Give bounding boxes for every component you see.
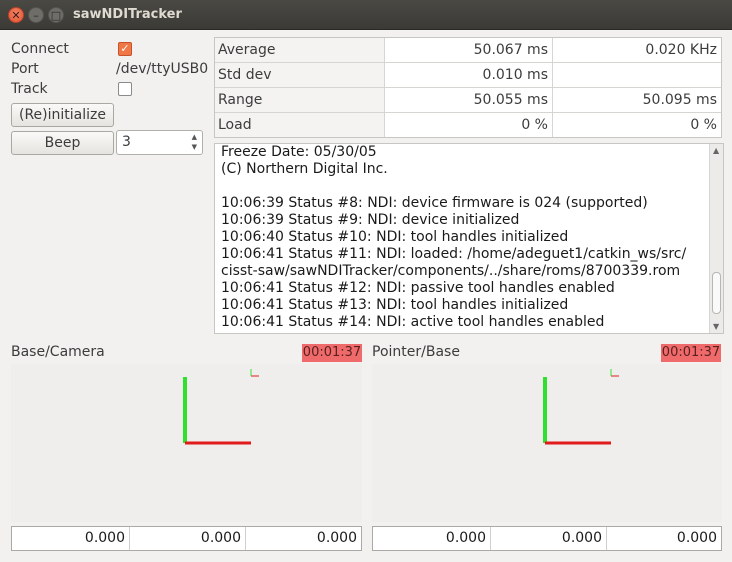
log-line: 10:06:40 Status #10: NDI: tool handles i… xyxy=(221,229,569,245)
scroll-up-icon[interactable]: ▲ xyxy=(713,146,719,155)
window-title: sawNDITracker xyxy=(73,7,182,22)
stats-value: 0 % xyxy=(385,113,553,137)
beep-count-value: 3 xyxy=(122,134,131,150)
log-line: 10:06:41 Status #12: NDI: passive tool h… xyxy=(221,280,615,296)
stats-name: Std dev xyxy=(215,63,385,87)
connect-label: Connect xyxy=(11,41,69,57)
pointer-base-timer: 00:01:37 xyxy=(661,344,721,362)
base-camera-coords: 0.000 0.000 0.000 xyxy=(11,526,362,551)
pointer-base-frame xyxy=(543,369,619,445)
scroll-down-icon[interactable]: ▼ xyxy=(713,322,719,331)
stats-value: 50.067 ms xyxy=(385,38,553,62)
minimize-icon[interactable]: – xyxy=(28,7,44,23)
coord-y: 0.000 xyxy=(490,527,606,550)
coord-x: 0.000 xyxy=(445,530,486,546)
stats-row-load: Load 0 % 0 % xyxy=(215,113,721,138)
track-checkbox[interactable] xyxy=(118,82,132,96)
pointer-base-coords: 0.000 0.000 0.000 xyxy=(372,526,722,551)
log-lines: Freeze Date: 05/30/05 (C) Northern Digit… xyxy=(221,144,709,331)
log-line: (C) Northern Digital Inc. xyxy=(221,161,388,177)
stats-value: 0.010 ms xyxy=(385,63,553,87)
port-value: /dev/ttyUSB0 xyxy=(116,61,209,77)
pointer-base-title: Pointer/Base xyxy=(372,344,460,360)
log-line: 10:06:39 Status #9: NDI: device initiali… xyxy=(221,212,520,228)
stats-name: Average xyxy=(215,38,385,62)
scrollbar-thumb[interactable] xyxy=(712,272,721,314)
pointer-base-view[interactable] xyxy=(372,364,722,522)
log-line: 10:06:41 Status #13: NDI: tool handles i… xyxy=(221,297,569,313)
coord-y: 0.000 xyxy=(129,527,245,550)
coord-z: 0.000 xyxy=(245,527,361,550)
status-log[interactable]: Freeze Date: 05/30/05 (C) Northern Digit… xyxy=(214,143,724,334)
log-line: 10:06:41 Status #14: NDI: active tool ha… xyxy=(221,314,605,330)
beep-count-spinbox[interactable]: 3 ▲ ▼ xyxy=(116,130,203,155)
stats-name: Load xyxy=(215,113,385,137)
maximize-icon[interactable]: □ xyxy=(48,7,64,23)
stats-row-range: Range 50.055 ms 50.095 ms xyxy=(215,88,721,113)
stats-value: 50.055 ms xyxy=(385,88,553,112)
stats-table: Average 50.067 ms 0.020 KHz Std dev 0.01… xyxy=(214,37,722,138)
stats-value: 0.020 KHz xyxy=(645,42,717,58)
log-line: 10:06:39 Status #8: NDI: device firmware… xyxy=(221,195,648,211)
stats-value: 0 % xyxy=(690,117,717,133)
base-camera-timer: 00:01:37 xyxy=(302,344,362,362)
log-line: 10:06:41 Status #11: NDI: loaded: /home/… xyxy=(221,246,687,262)
stats-value: 50.095 ms xyxy=(642,92,717,108)
stats-value xyxy=(553,63,721,87)
base-camera-title: Base/Camera xyxy=(11,344,105,360)
title-bar: ✕ – □ sawNDITracker xyxy=(0,0,732,30)
log-line: cisst-saw/sawNDITracker/components/../sh… xyxy=(221,263,681,279)
spin-arrows-icon[interactable]: ▲ ▼ xyxy=(192,132,197,152)
coord-x: 0.000 xyxy=(84,530,125,546)
stats-name: Range xyxy=(215,88,385,112)
close-icon[interactable]: ✕ xyxy=(8,7,24,23)
stats-row-stddev: Std dev 0.010 ms xyxy=(215,63,721,88)
log-scrollbar[interactable]: ▲ ▼ xyxy=(709,144,723,333)
reinitialize-button[interactable]: (Re)initialize xyxy=(11,103,114,127)
base-camera-view[interactable] xyxy=(11,364,362,522)
connect-checkbox[interactable]: ✓ xyxy=(118,42,132,56)
beep-button[interactable]: Beep xyxy=(11,131,114,155)
port-label: Port xyxy=(11,61,39,77)
track-label: Track xyxy=(11,81,48,97)
log-line: Freeze Date: 05/30/05 xyxy=(221,144,377,160)
stats-row-average: Average 50.067 ms 0.020 KHz xyxy=(215,38,721,63)
coord-z: 0.000 xyxy=(606,527,721,550)
base-camera-frame xyxy=(183,369,259,445)
